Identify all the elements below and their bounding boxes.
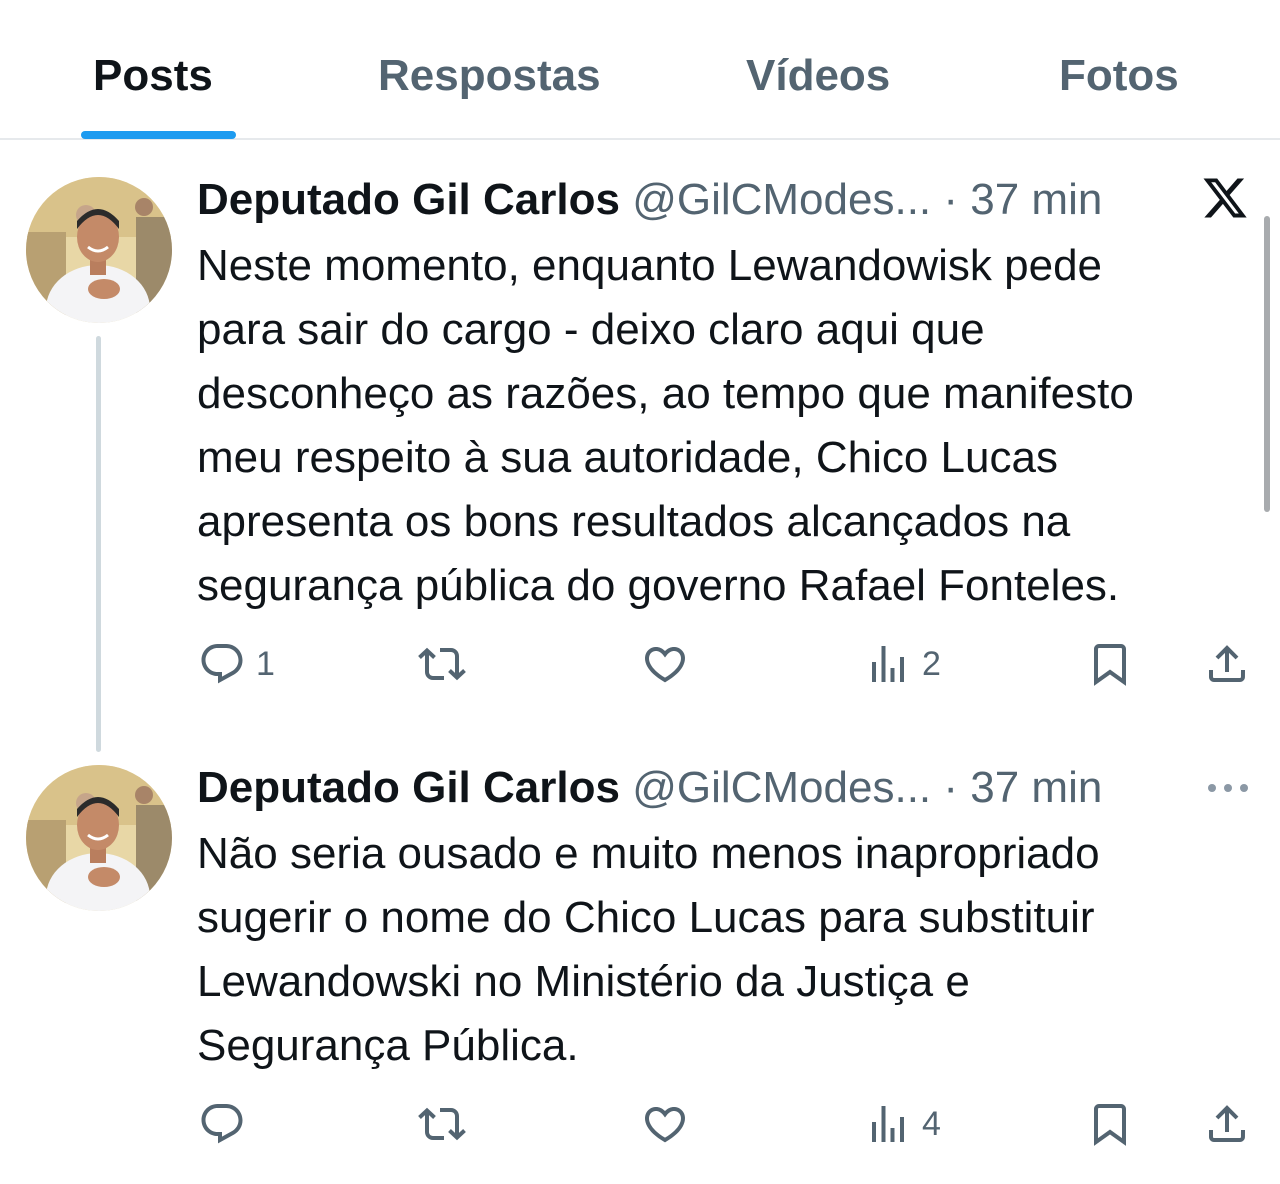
share-button[interactable]: [1203, 1094, 1251, 1154]
tweet-text-line: desconheço as razões, ao tempo que manif…: [197, 369, 1134, 418]
tweet-text: Neste momento, enquanto Lewandowisk pede…: [197, 234, 1262, 618]
avatar-photo: [26, 177, 172, 323]
reply-button[interactable]: 1: [198, 634, 275, 694]
avatar-photo: [26, 765, 172, 911]
views-chart-icon: [872, 1106, 904, 1142]
tab-videos[interactable]: Vídeos: [746, 48, 890, 104]
tweet-text-line: apresenta os bons resultados alcançados …: [197, 497, 1071, 546]
tweet-text-line: Neste momento, enquanto Lewandowisk pede: [197, 241, 1103, 290]
tweet-actions: 4: [0, 1094, 1280, 1154]
more-options-icon[interactable]: [1206, 780, 1250, 796]
tweet-time[interactable]: 37 min: [970, 763, 1102, 812]
heart-icon: [644, 647, 686, 683]
reply-button[interactable]: [198, 1094, 256, 1154]
author-handle[interactable]: @GilCModes...: [632, 763, 931, 812]
like-button[interactable]: [641, 1094, 699, 1154]
avatar[interactable]: [26, 177, 172, 323]
bookmark-button[interactable]: [1086, 634, 1134, 694]
reply-icon: [201, 644, 243, 684]
retweet-icon: [418, 647, 466, 681]
profile-tabs: Posts Respostas Vídeos Fotos: [0, 0, 1280, 140]
tab-posts[interactable]: Posts: [93, 48, 213, 104]
tweet-text-line: segurança pública do governo Rafael Font…: [197, 561, 1120, 610]
reply-count: 1: [256, 644, 275, 683]
retweet-icon: [418, 1107, 466, 1141]
reply-icon: [201, 1104, 243, 1144]
views-button[interactable]: 4: [864, 1094, 941, 1154]
retweet-button[interactable]: [418, 1094, 476, 1154]
author-name[interactable]: Deputado Gil Carlos: [197, 763, 620, 812]
tweet-time[interactable]: 37 min: [970, 175, 1102, 224]
meta-separator: ·: [931, 763, 971, 812]
bookmark-icon: [1094, 1104, 1126, 1146]
tweet-text: Não seria ousado e muito menos inapropri…: [197, 822, 1262, 1078]
share-button[interactable]: [1203, 634, 1251, 694]
tab-respostas[interactable]: Respostas: [378, 48, 601, 104]
tab-fotos[interactable]: Fotos: [1059, 48, 1179, 104]
tweet-text-line: meu respeito à sua autoridade, Chico Luc…: [197, 433, 1058, 482]
avatar[interactable]: [26, 765, 172, 911]
retweet-button[interactable]: [418, 634, 476, 694]
active-tab-indicator: [81, 131, 236, 139]
tweet-actions: 1 2: [0, 634, 1280, 694]
views-chart-icon: [872, 646, 904, 682]
author-handle[interactable]: @GilCModes...: [632, 175, 931, 224]
tweet-text-line: Lewandowski no Ministério da Justiça e: [197, 957, 970, 1006]
x-logo-icon: [1203, 178, 1247, 218]
scrollbar[interactable]: [1264, 216, 1270, 512]
tweet-header: Deputado Gil Carlos @GilCModes... · 37 m…: [197, 172, 1102, 228]
tweet-text-line: Não seria ousado e muito menos inapropri…: [197, 829, 1100, 878]
tweet-text-line: Segurança Pública.: [197, 1021, 579, 1070]
share-icon: [1209, 645, 1245, 682]
tweet-header: Deputado Gil Carlos @GilCModes... · 37 m…: [197, 760, 1102, 816]
bookmark-button[interactable]: [1086, 1094, 1134, 1154]
profile-page: Posts Respostas Vídeos Fotos Deputado Gi…: [0, 0, 1280, 1184]
share-icon: [1209, 1105, 1245, 1142]
heart-icon: [644, 1107, 686, 1143]
meta-separator: ·: [931, 175, 971, 224]
views-count: 2: [922, 644, 941, 683]
views-button[interactable]: 2: [864, 634, 941, 694]
tweet-text-line: sugerir o nome do Chico Lucas para subst…: [197, 893, 1095, 942]
author-name[interactable]: Deputado Gil Carlos: [197, 175, 620, 224]
like-button[interactable]: [641, 634, 699, 694]
tweet-text-line: para sair do cargo - deixo claro aqui qu…: [197, 305, 985, 354]
views-count: 4: [922, 1104, 941, 1143]
bookmark-icon: [1094, 644, 1126, 686]
